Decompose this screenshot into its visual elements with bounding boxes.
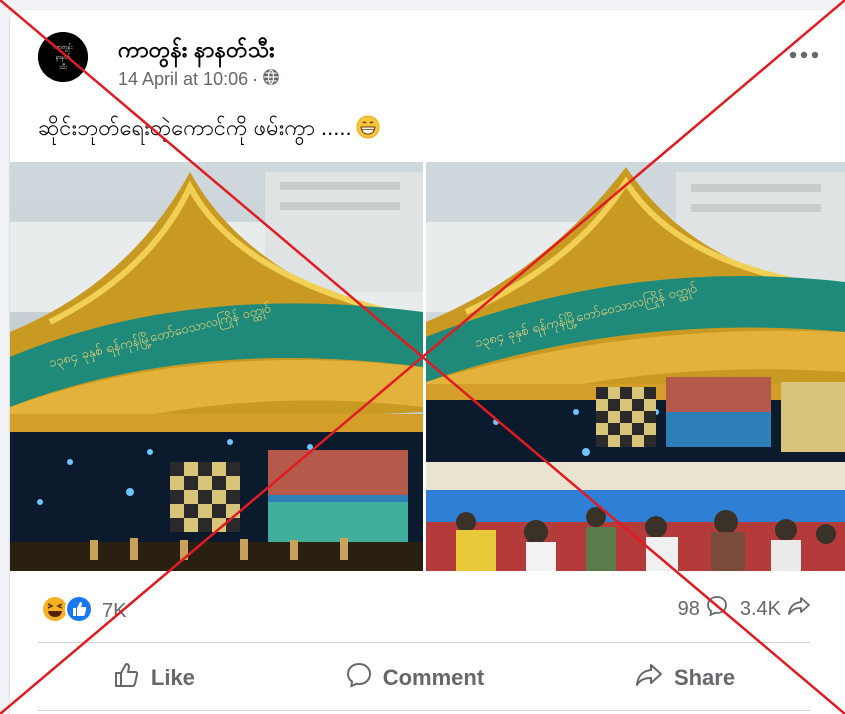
like-label: Like bbox=[150, 665, 195, 690]
globe-icon bbox=[262, 68, 280, 91]
comment-label: Comment bbox=[382, 665, 485, 690]
comment-count-icon bbox=[706, 595, 728, 623]
svg-text:သီး: သီး bbox=[59, 63, 67, 71]
page-avatar[interactable]: ကာတွန်း နာနတ် သီး bbox=[38, 32, 88, 82]
post-text: ဆိုင်းဘုတ်ရေးတဲ့ကောင်ကို ဖမ်းကွာ ..... bbox=[38, 113, 380, 146]
comment-icon bbox=[345, 661, 373, 695]
comment-count[interactable]: 98 bbox=[678, 598, 700, 621]
meta-separator: · bbox=[252, 69, 259, 89]
avatar-logo-image: ကာတွန်း နာနတ် သီး bbox=[38, 32, 88, 82]
share-label: Share bbox=[673, 665, 736, 690]
share-count[interactable]: 3.4K bbox=[740, 598, 781, 621]
like-reaction-icon bbox=[64, 594, 94, 629]
post-author-name[interactable]: ကာတွန်း နာနတ်သီး bbox=[118, 35, 275, 68]
post-text-body: ဆိုင်းဘုတ်ရေးတဲ့ကောင်ကို ဖမ်းကွာ ..... bbox=[38, 115, 352, 140]
reaction-summary[interactable]: 7K bbox=[40, 594, 126, 629]
checker-screen bbox=[170, 462, 240, 532]
svg-text:ကာတွန်း: ကာတွန်း bbox=[54, 43, 73, 52]
engagement-stats: 98 3.4K bbox=[678, 595, 811, 623]
actions-bottom-divider bbox=[38, 710, 810, 711]
actions-top-divider bbox=[38, 642, 810, 643]
svg-text:နာနတ်: နာနတ် bbox=[56, 53, 71, 62]
post-timestamp[interactable]: 14 April at 10:06 bbox=[118, 69, 248, 90]
comment-button[interactable]: Comment bbox=[327, 653, 502, 703]
stage-photo-2: ၁၃၈၄ ခုနှစ် ရန်ကုန်မြို့တော်ဝေသာလကြိုန် … bbox=[426, 162, 845, 571]
like-icon bbox=[113, 661, 141, 695]
post-actions-bar: Like Comment Share bbox=[38, 650, 810, 706]
like-button[interactable]: Like bbox=[95, 653, 213, 703]
share-icon bbox=[634, 661, 664, 695]
post-meta: 14 April at 10:06 · bbox=[118, 68, 280, 91]
stage-photo-1: ၁၃၈၄ ခုနှစ် ရန်ကုန်မြို့တော်ဝေသာလကြိုန် … bbox=[10, 162, 423, 571]
share-count-icon bbox=[787, 595, 811, 623]
reaction-count: 7K bbox=[102, 600, 127, 622]
post-photo-1[interactable]: ၁၃၈၄ ခုနှစ် ရန်ကုန်မြို့တော်ဝေသာလကြိုန် … bbox=[10, 162, 423, 571]
post-card: ကာတွန်း နာနတ် သီး ကာတွန်း နာနတ်သီး 14 Ap… bbox=[10, 10, 845, 714]
more-options-icon[interactable] bbox=[787, 42, 821, 68]
grinning-emoji-icon bbox=[356, 115, 380, 145]
share-button[interactable]: Share bbox=[616, 653, 753, 703]
post-photo-2[interactable]: ၁၃၈၄ ခုနှစ် ရန်ကုန်မြို့တော်ဝေသာလကြိုန် … bbox=[426, 162, 845, 571]
